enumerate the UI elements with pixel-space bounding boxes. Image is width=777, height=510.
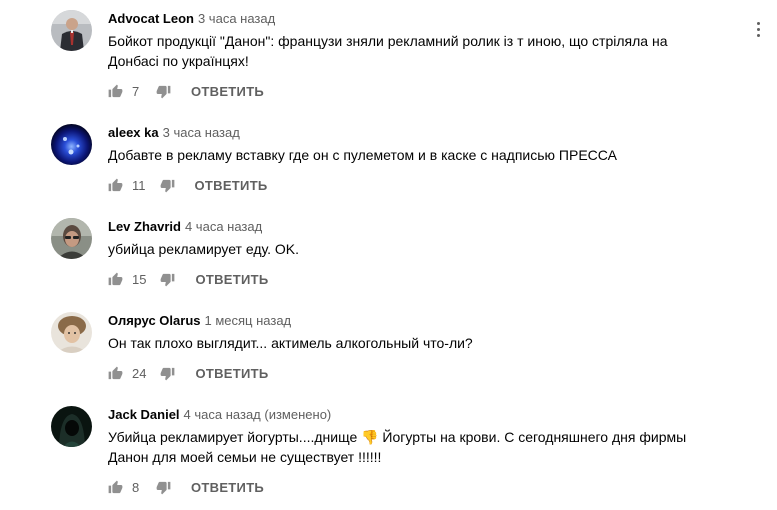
like-button[interactable]: 8 — [108, 480, 142, 495]
comment-time[interactable]: 4 часа назад (изменено) — [184, 407, 332, 422]
thumb-up-icon — [108, 84, 123, 97]
like-count: 11 — [132, 177, 146, 193]
comment-time[interactable]: 1 месяц назад — [205, 313, 292, 328]
avatar-person-fur-hat-icon — [51, 312, 92, 353]
author-name[interactable]: Jack Daniel — [108, 407, 180, 422]
dislike-button[interactable] — [160, 272, 175, 287]
like-button[interactable]: 24 — [108, 366, 146, 381]
reply-button[interactable]: ОТВЕТИТЬ — [191, 84, 264, 99]
avatar-man-suit-icon — [51, 10, 92, 51]
author-name[interactable]: aleex ka — [108, 125, 159, 140]
thumb-down-icon — [156, 85, 171, 98]
reply-button[interactable]: ОТВЕТИТЬ — [191, 480, 264, 495]
comment-actions: 24 ОТВЕТИТЬ — [108, 363, 269, 383]
avatar[interactable] — [51, 10, 92, 51]
like-button[interactable]: 7 — [108, 84, 142, 99]
dislike-button[interactable] — [160, 366, 175, 381]
comment-text: Он так плохо выглядит... актимель алкого… — [108, 335, 473, 351]
dislike-button[interactable] — [160, 178, 175, 193]
avatar[interactable] — [51, 218, 92, 259]
dislike-button[interactable] — [156, 84, 171, 99]
thumb-up-icon — [108, 178, 123, 191]
like-button[interactable]: 15 — [108, 272, 146, 287]
thumb-up-icon — [108, 480, 123, 493]
like-button[interactable]: 11 — [108, 178, 146, 193]
avatar[interactable] — [51, 312, 92, 353]
thumb-up-icon — [108, 366, 123, 379]
comment-header: Олярус Olarus 1 месяц назад — [108, 313, 291, 329]
avatar-person-glasses-icon — [51, 218, 92, 259]
avatar[interactable] — [51, 124, 92, 165]
author-name[interactable]: Олярус Olarus — [108, 313, 201, 328]
like-count: 24 — [132, 365, 147, 381]
author-name[interactable]: Lev Zhavrid — [108, 219, 181, 234]
like-count: 7 — [132, 83, 140, 99]
comment-time[interactable]: 4 часа назад — [185, 219, 262, 234]
comment-header: Jack Daniel 4 часа назад (изменено) — [108, 407, 331, 423]
avatar-blue-light-icon — [51, 124, 92, 165]
avatar[interactable] — [51, 406, 92, 447]
thumb-down-icon — [161, 367, 175, 380]
comment-header: aleex ka 3 часа назад — [108, 125, 240, 141]
like-count: 8 — [132, 479, 140, 495]
comment-text: убийца рекламирует еду. OK. — [108, 241, 300, 257]
avatar-hooded-figure-icon — [51, 406, 92, 447]
reply-button[interactable]: ОТВЕТИТЬ — [195, 272, 268, 287]
comment-text: Убийца рекламирует йогурты....днище 👎 Йо… — [108, 429, 687, 465]
reply-button[interactable]: ОТВЕТИТЬ — [195, 366, 268, 381]
comment-header: Advocat Leon 3 часа назад — [108, 11, 275, 27]
comment-time[interactable]: 3 часа назад — [198, 11, 275, 26]
thumb-down-icon — [156, 481, 171, 494]
thumb-down-icon — [161, 273, 175, 286]
comment-time[interactable]: 3 часа назад — [163, 125, 240, 140]
comment-text: Добавте в рекламу вставку где он с пулем… — [108, 147, 617, 163]
dislike-button[interactable] — [156, 480, 171, 495]
reply-button[interactable]: ОТВЕТИТЬ — [195, 178, 268, 193]
comment-actions: 15 ОТВЕТИТЬ — [108, 269, 269, 289]
comment-actions: 7 ОТВЕТИТЬ — [108, 81, 264, 101]
thumb-up-icon — [108, 272, 123, 285]
comment-text: Бойкот продукції "Данон": французи зняли… — [108, 33, 668, 69]
author-name[interactable]: Advocat Leon — [108, 11, 194, 26]
like-count: 15 — [132, 271, 147, 287]
comment-actions: 11 ОТВЕТИТЬ — [108, 175, 268, 195]
comment-header: Lev Zhavrid 4 часа назад — [108, 219, 262, 235]
thumb-down-icon — [160, 179, 174, 192]
comment-actions: 8 ОТВЕТИТЬ — [108, 477, 264, 497]
more-options-icon[interactable] — [752, 18, 766, 40]
